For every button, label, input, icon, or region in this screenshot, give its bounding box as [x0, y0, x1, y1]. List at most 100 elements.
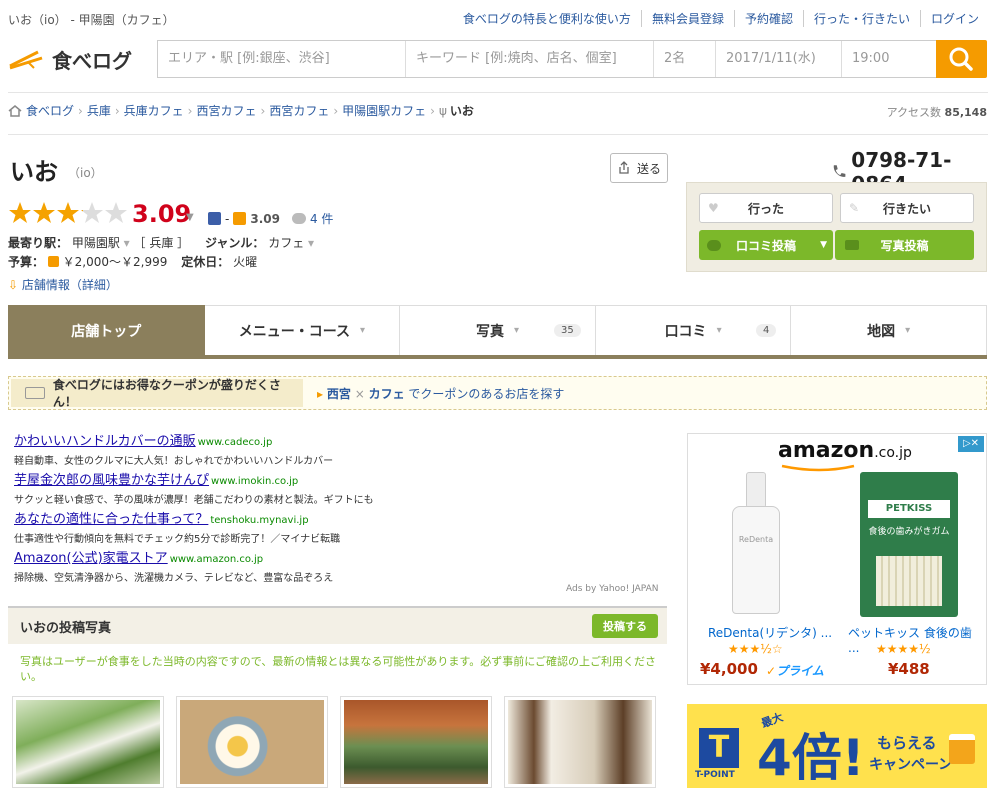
- photo-thumbnail[interactable]: [176, 696, 328, 788]
- send-label: 送る: [636, 161, 661, 176]
- genre-value[interactable]: カフェ: [268, 236, 304, 250]
- coupon-area[interactable]: 西宮: [327, 387, 351, 401]
- tab-photos[interactable]: 写真 ▾ 35: [400, 305, 596, 355]
- ad-title[interactable]: かわいいハンドルカバーの通販: [14, 434, 196, 449]
- rating-stars: [8, 201, 128, 225]
- chevron-down-icon: ▾: [304, 236, 315, 250]
- station-value[interactable]: 甲陽園駅: [72, 236, 120, 250]
- breadcrumb: 食べログ › 兵庫 › 兵庫カフェ › 西宮カフェ › 西宮カフェ › 甲陽園駅カフェ › …: [8, 102, 474, 119]
- divider: [8, 134, 988, 135]
- tpoint-multiplier: 4倍!: [757, 729, 865, 787]
- tab-label: 写真: [475, 323, 504, 340]
- keyword-input[interactable]: キーワード [例:焼肉、店名、個室]: [406, 41, 654, 77]
- spray-bottle: ReDenta: [732, 506, 780, 614]
- chevron-down-icon: ▾: [360, 325, 366, 336]
- tab-top[interactable]: 店舗トップ: [8, 305, 205, 355]
- text-ad[interactable]: かわいいハンドルカバーの通販 www.cadeco.jp 軽自動車、女性のクルマに…: [14, 430, 654, 467]
- tab-reviews[interactable]: 口コミ ▾ 4: [595, 305, 792, 355]
- breadcrumb-item[interactable]: 兵庫カフェ: [124, 102, 184, 119]
- ad-description: 仕事適性や行動傾向を無料でチェック約5分で診断完了！／マイナビ転職: [14, 534, 341, 545]
- product-image-spray[interactable]: ReDenta: [726, 472, 786, 617]
- time-select[interactable]: 19:00: [842, 41, 934, 77]
- post-photo-button[interactable]: 投稿する: [592, 614, 658, 638]
- photo-note: 写真はユーザーが食事をした当時の内容ですので、最新の情報とは異なる可能性がありま…: [20, 655, 657, 683]
- lunch-icon: [233, 212, 247, 225]
- chopsticks-logo-icon: [9, 50, 43, 70]
- ad-url[interactable]: www.amazon.co.jp: [170, 554, 263, 565]
- coupon-genre[interactable]: カフェ: [369, 387, 405, 401]
- ads-by-label[interactable]: Ads by Yahoo! JAPAN: [566, 584, 659, 594]
- petkiss-label: PETKISS: [868, 500, 950, 518]
- rating-dropdown-icon[interactable]: ▼: [186, 212, 194, 223]
- ad-url[interactable]: tenshoku.mynavi.jp: [210, 515, 308, 526]
- went-button[interactable]: ♥ 行った: [699, 193, 833, 223]
- night-icon: [208, 212, 221, 225]
- breadcrumb-item[interactable]: 西宮カフェ: [269, 102, 329, 119]
- tabelog-logo[interactable]: 食べログ: [8, 44, 138, 74]
- link-register[interactable]: 無料会員登録: [640, 10, 734, 27]
- text-ad[interactable]: あなたの適性に合った仕事って？ tenshoku.mynavi.jp 仕事適性や行…: [14, 508, 654, 545]
- area-input[interactable]: エリア・駅 [例:銀座、渋谷]: [158, 41, 406, 77]
- amazon-logo-text: amazon: [778, 438, 875, 463]
- comment-icon: [707, 239, 721, 251]
- holiday-label: 定休日：: [181, 255, 230, 269]
- station-genre: 最寄り駅： 甲陽園駅 ▾ ［ 兵庫 ］ ジャンル： カフェ ▾: [8, 234, 314, 251]
- amazon-ad[interactable]: ▷✕ amazon.co.jp ReDenta PETKISS 食後の歯みがきガ…: [687, 433, 987, 685]
- product-name[interactable]: ReDenta(リデンタ) ...: [708, 624, 832, 641]
- tpoint-line1: もらえる: [877, 734, 937, 752]
- prime-badge: ✓プライム: [766, 662, 824, 679]
- tab-label: 地図: [867, 323, 896, 340]
- search-icon: [949, 47, 973, 71]
- link-reservation[interactable]: 予約確認: [733, 10, 803, 27]
- photo-thumbnail[interactable]: [340, 696, 492, 788]
- breadcrumb-item[interactable]: 甲陽園駅カフェ: [342, 102, 426, 119]
- store-info-link[interactable]: ⇩ 店舗情報（詳細）: [8, 276, 118, 293]
- tab-map[interactable]: 地図 ▾: [791, 305, 987, 355]
- adchoices-icon[interactable]: ▷✕: [958, 436, 984, 452]
- prefecture-value[interactable]: ［ 兵庫 ］: [134, 236, 190, 250]
- date-select[interactable]: 2017/1/11(水): [716, 41, 842, 77]
- breadcrumb-separator: ›: [430, 103, 435, 118]
- tpoint-logo: T: [699, 728, 739, 768]
- tab-label: 店舗トップ: [71, 323, 142, 340]
- link-features[interactable]: 食べログの特長と便利な使い方: [453, 10, 641, 27]
- photo-thumbnail[interactable]: [12, 696, 164, 788]
- breadcrumb-separator: ›: [260, 103, 266, 118]
- tab-count: 4: [756, 324, 777, 337]
- ad-url[interactable]: www.imokin.co.jp: [211, 476, 298, 487]
- breadcrumb-item[interactable]: 兵庫: [87, 102, 111, 119]
- review-post-button[interactable]: 口コミ投稿 ▼: [699, 230, 833, 260]
- coupon-suffix[interactable]: でクーポンのあるお店を探す: [408, 387, 564, 401]
- photo-thumbnail[interactable]: [504, 696, 656, 788]
- ad-title[interactable]: あなたの適性に合った仕事って？: [14, 512, 208, 527]
- tab-menu[interactable]: メニュー・コース ▾: [204, 305, 401, 355]
- holiday-value: 火曜: [233, 255, 258, 269]
- tpoint-brand: T-POINT: [695, 770, 735, 780]
- ad-url[interactable]: www.cadeco.jp: [198, 437, 273, 448]
- search-button[interactable]: [936, 40, 987, 78]
- action-box: ♥ 行った ✎ 行きたい 口コミ投稿 ▼ 写真投稿: [686, 182, 987, 272]
- breadcrumb-item[interactable]: 西宮カフェ: [196, 102, 256, 119]
- link-went-want[interactable]: 行った・行きたい: [802, 10, 920, 27]
- breadcrumb-item[interactable]: 食べログ: [26, 102, 74, 119]
- link-login[interactable]: ログイン: [919, 10, 989, 27]
- ad-title[interactable]: Amazon(公式)家電ストア: [14, 551, 168, 566]
- breadcrumb-separator: ›: [78, 103, 83, 118]
- want-button[interactable]: ✎ 行きたい: [840, 193, 974, 223]
- photo-post-button[interactable]: 写真投稿: [835, 230, 974, 260]
- product-image-petkiss[interactable]: PETKISS 食後の歯みがきガム: [860, 472, 958, 617]
- petkiss-sub: 食後の歯みがきガム: [868, 527, 950, 537]
- people-select[interactable]: 2名: [654, 41, 716, 77]
- ad-title[interactable]: 芋屋金次郎の風味豊かな芋けんぴ: [14, 473, 209, 488]
- chevron-down-icon: ▼: [820, 240, 827, 250]
- chevron-down-icon: ▾: [905, 325, 911, 336]
- budget-value: ￥2,000～￥2,999: [62, 255, 168, 269]
- tpoint-banner[interactable]: T T-POINT 最大 4倍! もらえる キャンペーン: [687, 704, 987, 788]
- restaurant-name: いお: [10, 158, 58, 186]
- coupon-search-link[interactable]: ▸ 西宮 × カフェ でクーポンのあるお店を探す: [303, 385, 564, 402]
- text-ad[interactable]: 芋屋金次郎の風味豊かな芋けんぴ www.imokin.co.jp サクッと軽い食感…: [14, 469, 654, 506]
- review-count[interactable]: 4 件: [310, 210, 333, 227]
- coupon-promo-text: 食べログにはお得なクーポンが盛りだくさん！: [52, 378, 281, 409]
- send-button[interactable]: 送る: [610, 153, 668, 183]
- text-ad[interactable]: Amazon(公式)家電ストア www.amazon.co.jp 掃除機、空気清浄…: [14, 547, 654, 584]
